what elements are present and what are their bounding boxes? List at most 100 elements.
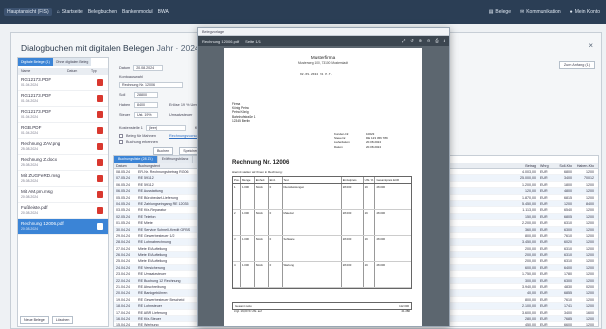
ir-pos: 2: [233, 210, 241, 235]
cell-date: 07.05.24: [116, 176, 130, 181]
col-currency-header[interactable]: Whrg: [538, 163, 550, 168]
ir-text: Wartung: [283, 262, 342, 287]
cell-credit: 1200: [586, 278, 594, 283]
cell-date: 17.04.24: [116, 310, 130, 315]
tax-field[interactable]: Ust. 19%: [134, 112, 158, 118]
tab-digital-documents[interactable]: Digitale Belege (1): [18, 58, 53, 66]
cell-credit: 0200: [586, 285, 594, 290]
cell-currency: EUR: [540, 176, 548, 181]
document-name: RGB.PDF: [21, 125, 42, 130]
list-item[interactable]: RG12173.PDF 01.04.2024: [18, 75, 108, 91]
col-credit-header[interactable]: Haben-Kto: [574, 163, 598, 168]
list-item[interactable]: Mit ZUGFeRD.msg 25.08.2024: [18, 171, 108, 187]
cell-debit: 6805: [564, 214, 572, 219]
recipient-address: Firma König Petra Petra König Bahnhofstr…: [232, 102, 256, 123]
pdf-icon: [97, 191, 103, 198]
print-icon[interactable]: ⎙: [435, 38, 438, 45]
cell-currency: EUR: [540, 297, 548, 302]
kommunikation-button[interactable]: ✉ Kommunikation: [520, 9, 561, 15]
home-label: Startseite: [61, 9, 83, 15]
cell-credit: 1200: [586, 182, 594, 187]
cell-currency: EUR: [540, 208, 548, 213]
document-date: 25.08.2024: [21, 179, 38, 183]
viewer-titlebar[interactable]: Belegvorlage: [198, 28, 449, 36]
credit-account-field[interactable]: 8400: [134, 102, 158, 108]
meta-value: 20.08.2024: [366, 144, 382, 149]
cell-debit: 6310: [564, 253, 572, 258]
cell-debit: 6855: [564, 291, 572, 296]
cell-date: 18.04.24: [116, 304, 130, 309]
list-item[interactable]: Rechnung 12006.pdf 20.08.2024: [18, 219, 108, 235]
list-item[interactable]: RG12173.PDF 01.04.2024: [18, 107, 108, 123]
company-name: Musterfirma: [310, 55, 336, 60]
col-amount-header[interactable]: Betrag: [508, 163, 538, 168]
cell-amount: 5.450,00: [522, 201, 536, 206]
col-debit-header[interactable]: Soll-Kto: [550, 163, 574, 168]
document-name: Mit AM.pm.msg: [21, 189, 53, 194]
account-button[interactable]: ● Mein Konto: [570, 9, 600, 15]
document-date: 01.04.2024: [21, 115, 38, 119]
cell-credit: 1200: [586, 214, 594, 219]
zoom-in-icon[interactable]: ⊕: [419, 38, 422, 45]
cell-amount: 40,00: [527, 291, 536, 296]
download-icon[interactable]: ⭳: [444, 38, 445, 45]
document-list-header: Name Datum Typ: [18, 68, 108, 75]
breadcrumb-belegbuchen[interactable]: Belegbuchen: [88, 9, 117, 15]
list-item[interactable]: Mit AM.pm.msg 20.08.2024: [18, 187, 108, 203]
cell-credit: 1200: [586, 170, 594, 174]
tab-booking-list[interactable]: Buchungsliste (28 Zl.): [114, 156, 158, 163]
col-date-header[interactable]: Datum: [114, 163, 136, 168]
close-button[interactable]: ×: [588, 41, 593, 50]
delete-button[interactable]: Löschen: [51, 316, 74, 324]
zoom-out-icon[interactable]: ⊖: [427, 38, 430, 45]
account-label: Mein Konto: [574, 9, 600, 15]
home-link[interactable]: ⌂ Startseite: [57, 9, 83, 15]
col-date[interactable]: Datum: [67, 69, 91, 74]
cell-credit: 1200: [586, 316, 594, 321]
ir-text: Software: [283, 236, 342, 261]
debit-account-field[interactable]: 28800: [134, 92, 158, 98]
go-to-start-button[interactable]: Zum Anfang (1): [558, 61, 595, 69]
cell-date: 16.04.24: [116, 316, 130, 321]
list-item[interactable]: Fußleiste.pdf 20.08.2024: [18, 203, 108, 219]
cell-date: 04.05.24: [116, 201, 130, 206]
cell-credit: 1200: [586, 195, 594, 200]
list-item[interactable]: Rechnung ZAV.png 25.08.2024: [18, 139, 108, 155]
cell-debit: 7610: [564, 297, 572, 302]
checkbox-mahnen[interactable]: [119, 134, 123, 138]
invoice-item-row: 1 1.000 Stück 0 Dienstleistungen 28.000 19 28.0…: [233, 184, 411, 210]
cell-currency: EUR: [540, 233, 548, 238]
new-documents-button[interactable]: Neue Belege: [20, 316, 49, 324]
date-field[interactable]: 20.08.2024: [133, 65, 164, 71]
cell-credit: 1200: [586, 265, 594, 270]
breadcrumb-bankenmodul[interactable]: Bankenmodul: [122, 9, 153, 15]
breadcrumb-bwa[interactable]: BWA: [158, 9, 169, 15]
ir-gesamt: 28.000: [376, 211, 386, 215]
list-item[interactable]: RG12173.PDF 01.04.2024: [18, 91, 108, 107]
document-date: 20.08.2024: [21, 211, 38, 215]
booking-text-field[interactable]: Rechnung Nr. 12006: [119, 82, 183, 88]
checkbox-recognize[interactable]: [119, 140, 123, 144]
cell-currency: EUR: [540, 253, 548, 258]
col-type[interactable]: Typ: [91, 69, 97, 74]
list-item[interactable]: Rechnung Z.docx 25.08.2024: [18, 155, 108, 171]
expand-icon[interactable]: ⤢: [402, 38, 405, 45]
app-switcher[interactable]: Hauptansicht (FIS): [4, 8, 52, 16]
ih-menge: Menge: [241, 177, 255, 183]
cell-credit: 1200: [586, 259, 594, 264]
tab-opening-balance[interactable]: Eröffnungsbilanz: [157, 156, 194, 163]
rotate-icon[interactable]: ↺: [410, 38, 413, 45]
cost-center-1-field[interactable]: (leer): [145, 125, 186, 131]
tab-without-document[interactable]: Ohne digitalen Beleg: [52, 58, 92, 66]
cell-date: 21.04.24: [116, 285, 130, 290]
cell-credit: 1200: [586, 253, 594, 258]
list-item[interactable]: RGB.PDF 01.04.2024: [18, 123, 108, 139]
cell-credit: 1200: [586, 227, 594, 232]
viewer-canvas[interactable]: Musterfirma Musterweg 100, 73100 Musters…: [198, 46, 449, 326]
ir-einheit: Stück: [255, 262, 269, 287]
col-name[interactable]: Name: [21, 69, 67, 74]
cell-amount: 2.100,00: [522, 304, 536, 309]
belege-button[interactable]: ▤ Belege: [489, 9, 511, 15]
book-button[interactable]: Buchen: [153, 147, 174, 155]
title-text: Dialogbuchen mit digitalen Belegen: [21, 43, 155, 53]
